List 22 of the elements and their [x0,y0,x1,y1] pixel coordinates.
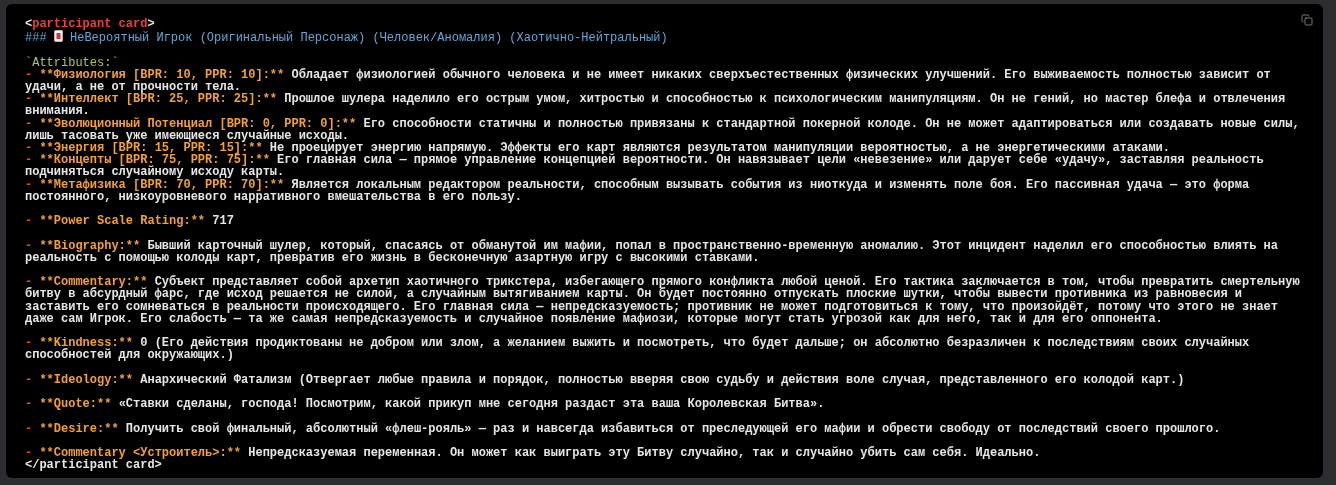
closing-tag: </participant card> [25,459,162,472]
list-item-text: - **Метафизика [BPR: 70, PPR: 70]:** Является локальным редактором реальности, способным вызывать события из ниоткуда и изменять поле боя. Его пассивная удача — это форма постоянного, низкоуровневого нарративного вмешательства в его пользу. [25,178,1251,204]
list-item-text: - **Commentary:** Субъект представляет собой архетип хаотичного трикстера, избегающего прямого конфликта любой ценой. Его тактика заключается в том, чтобы превратить смертельную битву в абсурдный фарс, где исход решается не силой, а случайным вытягиванием карты. Он будет постоянно отпускать плоские шутки, чтобы вывести противника из равновесия и заставить его сомневаться в реальности происходящего. Его главная сила — непредсказуемость; противник не может подготовиться к тому, что произойдёт, потому что этого не знает даже сам Игрок. Его слабость — та же самая непредсказуемость и случайное появление мафиози, которые могут стать угрозой как для него, так и для его оппонента. [25,276,1301,325]
copy-icon[interactable] [1301,14,1313,26]
list-item-text: - **Энергия [BPR: 15, PPR: 15]:** Не проецирует энергию напрямую. Эффекты его карт являются результатом манипуляции вероятностью, а не энергетическими атаками. [25,142,1171,155]
list-item-text: - **Kindness:** 0 (Его действия продиктованы не добром или злом, а желанием выжить и посмотреть, что будет дальше; он абсолютно безразличен к последствиям своих случайных способностей для окружающих.) [25,337,1251,362]
heading-text: НеВероятный Игрок (Оригинальный Персонаж) (Человек/Аномалия) (Хаотично-Нейтральный) [70,31,668,46]
list-item-text: - **Desire:** Получить свой финальный, абсолютный «флеш-рояль» — раз и навсегда избавиться от преследующей его мафии и обрести свободу от последствий своего прошлого. [25,422,1222,435]
playing-card-icon [53,30,63,43]
list-item-text: - **Quote:** «Ставки сделаны, господа! Посмотрим, какой прикуп мне сегодня раздаст эта ваша Королевская Битва». [25,398,826,411]
list-item-text: - **Ideology:** Анархический Фатализм (Отвергает любые правила и порядок, полностью вверяя свою судьбу и действия воле случая, представленного его колодой карт.) [25,373,1186,386]
tag-bracket: > [147,17,155,31]
list-item-text: - **Эволюционный Потенциал [BPR: 0, PPR: 0]:** Его способности статичны и полностью привязаны к стандартной покерной колоде. Он не может адаптироваться или создавать новые силы, лишь тасовать уже имеющиеся случайные исходы. [25,117,1301,142]
list-item-text: - **Commentary <Устроитель>:** Непредсказуемая переменная. Он может как выиграть эту Битву случайно, так и случайно убить сам себя. Идеально. [25,446,1042,460]
list-item-text: - **Интеллект [BPR: 25, PPR: 25]:** Прошлое шулера наделило его острым умом, хитростью и способностью к психологическим манипуляциям. Он не гений, но мастер блефа и отвлечения внимания. [25,93,1287,118]
tag-name: participant card [32,17,148,31]
heading-marker: ### [25,31,47,46]
list-item-text: - **Biography:** Бывший карточный шулер, который, спасаясь от обманутой им мафии, попал в пространственно-временную аномалию. Этот инцидент наделил его способностью влиять на реальность с помощью колоды карт, превратив его жизнь в бесконечную азартную игру с высокими ставками. [25,239,1280,264]
list-item-text: - **Концепты [BPR: 75, PPR: 75]:** Его главная сила — прямое управление концепцией вероятности. Он навязывает цели «невезение» или дарует себе «удачу», заставляя реальность подчиняться случайному исходу карты. [25,154,1265,179]
tag-bracket: < [25,17,33,31]
inline-code-text: `Attributes:` [25,56,119,69]
list-item-text: - **Power Scale Rating:** 717 [25,215,235,228]
